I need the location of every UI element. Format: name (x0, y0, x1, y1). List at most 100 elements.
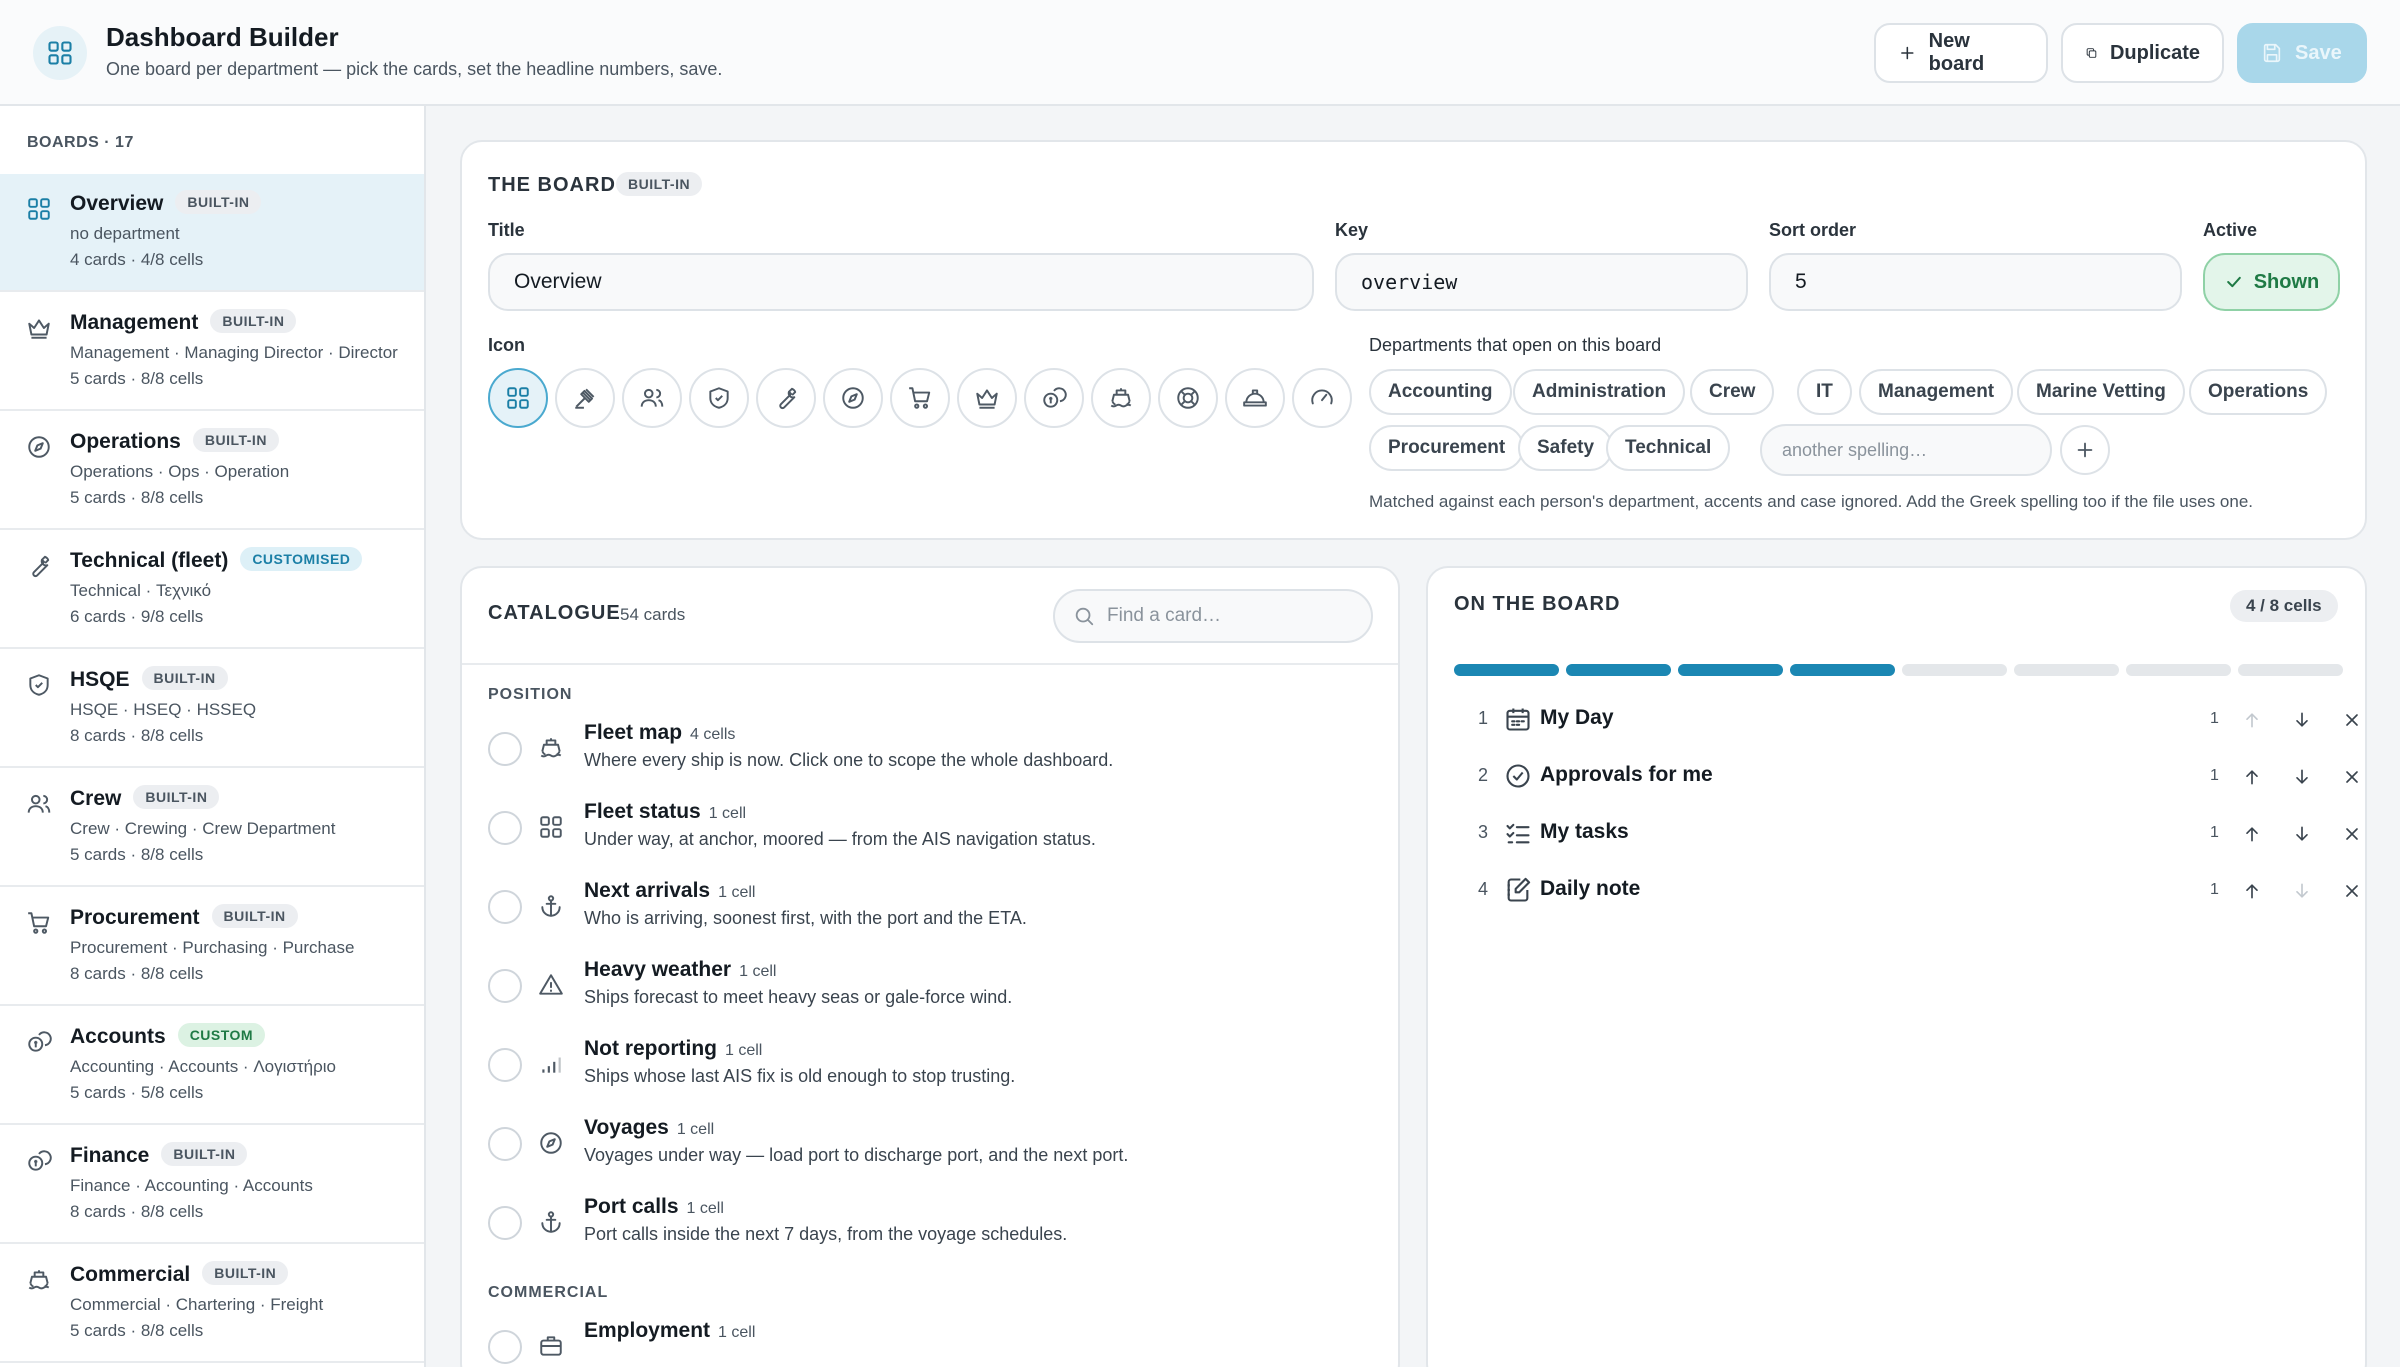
note-icon (1504, 876, 1532, 904)
icon-option-shield[interactable] (689, 368, 749, 428)
cart-icon (907, 385, 933, 411)
card-select-radio[interactable] (488, 1206, 522, 1240)
icon-option-gavel[interactable] (555, 368, 615, 428)
gavel-icon (572, 385, 598, 411)
icon-option-compass[interactable] (823, 368, 883, 428)
catalogue-card[interactable]: Employment 1 cell (488, 1319, 1368, 1367)
catalogue-card[interactable]: Port calls 1 cell Port calls inside the ne… (488, 1195, 1368, 1265)
card-search-input[interactable]: Find a card… (1053, 589, 1373, 643)
card-size: 1 (2210, 767, 2219, 784)
card-select-radio[interactable] (488, 1048, 522, 1082)
card-title: Next arrivals 1 cell (584, 879, 756, 902)
sidebar-board-item[interactable]: Commercial BUILT-IN Commercial · Charterin… (0, 1245, 424, 1363)
board-type-badge: BUILT-IN (161, 1142, 248, 1166)
catalogue-card[interactable]: Fleet status 1 cell Under way, at anchor, … (488, 800, 1368, 870)
active-toggle[interactable]: Shown (2203, 253, 2340, 311)
card-select-radio[interactable] (488, 1127, 522, 1161)
icon-option-lifebuoy[interactable] (1158, 368, 1218, 428)
calendar-icon (1504, 705, 1532, 733)
arrow-up-icon (2242, 767, 2262, 787)
arrow-down-icon (2292, 824, 2312, 844)
remove-card-button[interactable] (2338, 877, 2366, 905)
save-button[interactable]: Save (2237, 23, 2367, 83)
icon-option-wrench[interactable] (756, 368, 816, 428)
icon-option-ship[interactable] (1091, 368, 1151, 428)
sidebar-board-item[interactable]: Accounts CUSTOM Accounting · Accounts · Λο… (0, 1007, 424, 1125)
sidebar-board-item[interactable]: Operations BUILT-IN Operations · Ops · Ope… (0, 412, 424, 530)
department-chip[interactable]: Management (1859, 369, 2014, 415)
board-builtin-badge: BUILT-IN (616, 172, 703, 196)
card-position: 2 (1478, 765, 1489, 785)
coins-icon (1041, 385, 1067, 411)
sort-order-input[interactable]: 5 (1769, 253, 2182, 311)
card-name: My Day (1540, 706, 1614, 729)
sidebar-board-item[interactable]: Overview BUILT-IN no department 4 cards · 4… (0, 174, 424, 292)
remove-card-button[interactable] (2338, 820, 2366, 848)
duplicate-button[interactable]: Duplicate (2061, 23, 2224, 83)
catalogue-card[interactable]: Not reporting 1 cell Ships whose last AIS … (488, 1037, 1368, 1107)
sidebar-board-item[interactable]: Management BUILT-IN Management · Managing … (0, 293, 424, 411)
check-circle-icon (1504, 762, 1532, 790)
arrow-up-icon (2242, 824, 2262, 844)
people-icon (639, 385, 665, 411)
card-select-radio[interactable] (488, 1330, 522, 1364)
icon-option-grid[interactable] (488, 368, 548, 428)
sidebar-board-item[interactable]: Crew BUILT-IN Crew · Crewing · Crew Depart… (0, 769, 424, 887)
sidebar-board-item[interactable]: HSQE BUILT-IN HSQE · HSEQ · HSSEQ 8 cards ·… (0, 650, 424, 768)
card-select-radio[interactable] (488, 811, 522, 845)
title-input[interactable]: Overview (488, 253, 1314, 311)
board-stats: 4 cards · 4/8 cells (70, 250, 204, 269)
remove-card-button[interactable] (2338, 763, 2366, 791)
key-input[interactable]: overview (1335, 253, 1748, 311)
catalogue-count: 54 cards (620, 605, 686, 624)
new-board-button[interactable]: New board (1874, 23, 2048, 83)
department-chip[interactable]: Technical (1606, 425, 1731, 471)
catalogue-card[interactable]: Voyages 1 cell Voyages under way — load po… (488, 1116, 1368, 1186)
card-select-radio[interactable] (488, 732, 522, 766)
department-chip[interactable]: Administration (1513, 369, 1686, 415)
card-select-radio[interactable] (488, 969, 522, 1003)
department-chip[interactable]: IT (1797, 369, 1852, 415)
department-spelling-input[interactable]: another spelling… (1760, 424, 2052, 476)
departments-label: Departments that open on this board (1369, 335, 1662, 355)
catalogue-card[interactable]: Next arrivals 1 cell Who is arriving, soon… (488, 879, 1368, 949)
department-chip[interactable]: Crew (1690, 369, 1775, 415)
move-up-button[interactable] (2238, 706, 2266, 734)
department-chip[interactable]: Procurement (1369, 425, 1525, 471)
icon-option-people[interactable] (622, 368, 682, 428)
remove-card-button[interactable] (2338, 706, 2366, 734)
board-name: Crew BUILT-IN (70, 785, 220, 811)
board-card-row: 3 My tasks 1 (1454, 812, 2342, 856)
card-description: Ships whose last AIS fix is old enough t… (584, 1066, 1016, 1086)
anchor-icon (538, 893, 564, 919)
department-chip[interactable]: Operations (2189, 369, 2328, 415)
catalogue-card[interactable]: Heavy weather 1 cell Ships forecast to mee… (488, 958, 1368, 1028)
move-down-button[interactable] (2288, 706, 2316, 734)
sidebar-board-item[interactable]: Finance BUILT-IN Finance · Accounting · Ac… (0, 1126, 424, 1244)
card-select-radio[interactable] (488, 890, 522, 924)
ship-icon (26, 1267, 52, 1293)
icon-option-gauge[interactable] (1292, 368, 1352, 428)
icon-option-cart[interactable] (890, 368, 950, 428)
department-chip[interactable]: Safety (1518, 425, 1614, 471)
close-icon (2342, 881, 2362, 901)
icon-option-coins[interactable] (1024, 368, 1084, 428)
sidebar-board-item[interactable]: Technical (fleet) CUSTOMISED Technical · Τ… (0, 531, 424, 649)
arrow-down-icon (2292, 767, 2312, 787)
department-chip[interactable]: Accounting (1369, 369, 1512, 415)
copy-icon (2085, 42, 2098, 64)
move-up-button[interactable] (2238, 877, 2266, 905)
move-down-button[interactable] (2288, 763, 2316, 791)
move-up-button[interactable] (2238, 763, 2266, 791)
board-aliases: HSQE · HSEQ · HSSEQ (70, 700, 257, 719)
department-chip[interactable]: Marine Vetting (2017, 369, 2185, 415)
icon-option-hardhat[interactable] (1225, 368, 1285, 428)
icon-option-crown[interactable] (957, 368, 1017, 428)
board-stats: 5 cards · 5/8 cells (70, 1083, 204, 1102)
sidebar-board-item[interactable]: Procurement BUILT-IN Procurement · Purchas… (0, 888, 424, 1006)
move-up-button[interactable] (2238, 820, 2266, 848)
add-department-button[interactable] (2060, 425, 2110, 475)
move-down-button[interactable] (2288, 877, 2316, 905)
move-down-button[interactable] (2288, 820, 2316, 848)
catalogue-card[interactable]: Fleet map 4 cells Where every ship is now.… (488, 721, 1368, 791)
